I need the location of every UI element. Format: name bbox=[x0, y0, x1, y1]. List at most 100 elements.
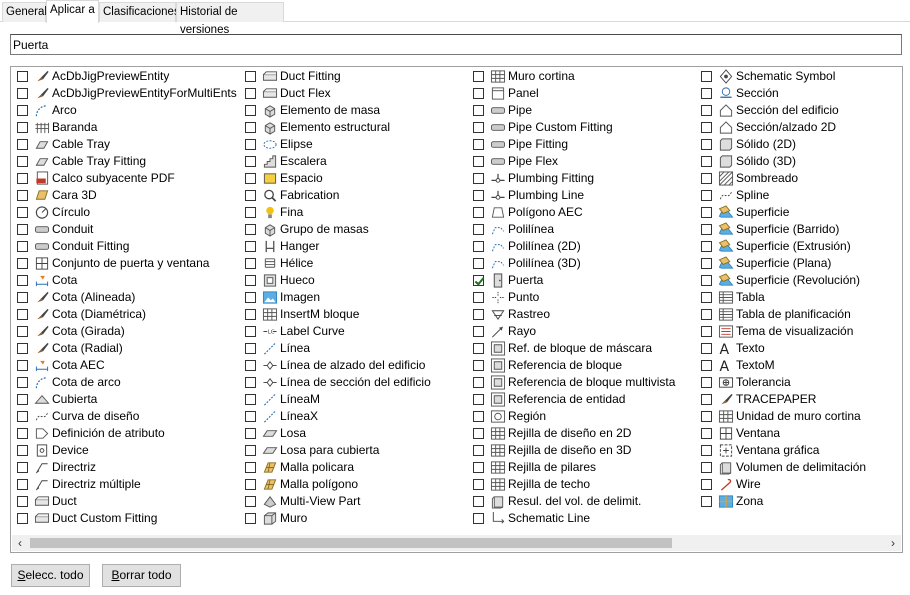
list-item[interactable]: Polilínea bbox=[468, 221, 694, 238]
list-item[interactable]: LíneaX bbox=[240, 408, 466, 425]
list-item[interactable]: Sólido (2D) bbox=[696, 136, 910, 153]
list-item[interactable]: Sección bbox=[696, 85, 910, 102]
checkbox[interactable] bbox=[245, 258, 256, 269]
list-item[interactable]: Superficie (Plana) bbox=[696, 255, 910, 272]
list-item[interactable]: Puerta bbox=[468, 272, 694, 289]
list-item[interactable]: Conduit Fitting bbox=[12, 238, 238, 255]
scroll-right-arrow-icon[interactable]: › bbox=[885, 535, 901, 551]
checkbox[interactable] bbox=[245, 360, 256, 371]
list-item[interactable]: Fabrication bbox=[240, 187, 466, 204]
checkbox[interactable] bbox=[473, 479, 484, 490]
list-item[interactable]: AcDbJigPreviewEntity bbox=[12, 68, 238, 85]
checkbox[interactable] bbox=[245, 326, 256, 337]
list-item[interactable]: Tabla de planificación bbox=[696, 306, 910, 323]
checkbox[interactable] bbox=[701, 445, 712, 456]
list-item[interactable]: Cota (Radial) bbox=[12, 340, 238, 357]
list-item[interactable]: Spline bbox=[696, 187, 910, 204]
checkbox[interactable] bbox=[245, 394, 256, 405]
checkbox[interactable] bbox=[701, 207, 712, 218]
list-item[interactable]: Círculo bbox=[12, 204, 238, 221]
list-item[interactable]: Cable Tray bbox=[12, 136, 238, 153]
list-item[interactable]: Rejilla de diseño en 2D bbox=[468, 425, 694, 442]
list-item[interactable]: LC Label Curve bbox=[240, 323, 466, 340]
checkbox[interactable] bbox=[701, 156, 712, 167]
checkbox[interactable] bbox=[245, 105, 256, 116]
checkbox[interactable] bbox=[17, 326, 28, 337]
list-item[interactable]: Sección/alzado 2D bbox=[696, 119, 910, 136]
list-item[interactable]: Rejilla de diseño en 3D bbox=[468, 442, 694, 459]
checkbox[interactable] bbox=[245, 411, 256, 422]
select-all-button[interactable]: Selecc. todo bbox=[11, 564, 90, 587]
list-item[interactable]: Duct Custom Fitting bbox=[12, 510, 238, 527]
checkbox[interactable] bbox=[17, 445, 28, 456]
checkbox[interactable] bbox=[17, 71, 28, 82]
list-item[interactable]: Rayo bbox=[468, 323, 694, 340]
tab-general[interactable]: General bbox=[2, 2, 47, 22]
list-item[interactable]: Directriz bbox=[12, 459, 238, 476]
list-item[interactable]: Elemento estructural bbox=[240, 119, 466, 136]
checkbox[interactable] bbox=[245, 428, 256, 439]
checkbox[interactable] bbox=[17, 190, 28, 201]
checkbox[interactable] bbox=[473, 207, 484, 218]
checkbox[interactable] bbox=[17, 411, 28, 422]
checkbox[interactable] bbox=[473, 190, 484, 201]
list-item[interactable]: Superficie (Barrido) bbox=[696, 221, 910, 238]
checkbox[interactable] bbox=[473, 292, 484, 303]
list-item[interactable]: Cota AEC bbox=[12, 357, 238, 374]
checkbox[interactable] bbox=[17, 156, 28, 167]
checkbox[interactable] bbox=[701, 394, 712, 405]
scrollbar-thumb[interactable] bbox=[30, 538, 672, 548]
checkbox[interactable] bbox=[245, 241, 256, 252]
list-item[interactable]: Sección del edificio bbox=[696, 102, 910, 119]
list-item[interactable]: Malla policara bbox=[240, 459, 466, 476]
list-item[interactable]: Cara 3D bbox=[12, 187, 238, 204]
checkbox[interactable] bbox=[701, 258, 712, 269]
list-item[interactable]: Multi-View Part bbox=[240, 493, 466, 510]
checkbox[interactable] bbox=[473, 241, 484, 252]
checkbox[interactable] bbox=[245, 224, 256, 235]
list-item[interactable]: Wire bbox=[696, 476, 910, 493]
checkbox[interactable] bbox=[701, 292, 712, 303]
list-item[interactable]: Polilínea (3D) bbox=[468, 255, 694, 272]
list-item[interactable]: Cota (Diamétrica) bbox=[12, 306, 238, 323]
checkbox[interactable] bbox=[473, 71, 484, 82]
list-item[interactable]: Hanger bbox=[240, 238, 466, 255]
list-item[interactable]: Pipe Custom Fitting bbox=[468, 119, 694, 136]
list-item[interactable]: Resul. del vol. de delimit. bbox=[468, 493, 694, 510]
list-item[interactable]: Directriz múltiple bbox=[12, 476, 238, 493]
checkbox[interactable] bbox=[17, 105, 28, 116]
checkbox[interactable] bbox=[701, 462, 712, 473]
checkbox[interactable] bbox=[473, 428, 484, 439]
checkbox[interactable] bbox=[473, 173, 484, 184]
tab-clasificaciones[interactable]: Clasificaciones bbox=[99, 2, 180, 22]
checkbox[interactable] bbox=[245, 479, 256, 490]
checkbox[interactable] bbox=[701, 411, 712, 422]
checkbox[interactable] bbox=[245, 190, 256, 201]
checkbox[interactable] bbox=[17, 496, 28, 507]
tab-historial-de-versiones[interactable]: Historial de versiones bbox=[176, 2, 284, 36]
checkbox[interactable] bbox=[17, 173, 28, 184]
checkbox[interactable] bbox=[701, 326, 712, 337]
checkbox[interactable] bbox=[701, 122, 712, 133]
list-item[interactable]: InsertM bloque bbox=[240, 306, 466, 323]
checkbox[interactable] bbox=[473, 462, 484, 473]
list-item[interactable]: Referencia de bloque multivista bbox=[468, 374, 694, 391]
list-item[interactable]: AcDbJigPreviewEntityForMultiEnts bbox=[12, 85, 238, 102]
list-item[interactable]: Ventana gráfica bbox=[696, 442, 910, 459]
checkbox[interactable] bbox=[701, 241, 712, 252]
checkbox[interactable] bbox=[701, 173, 712, 184]
list-item[interactable]: Baranda bbox=[12, 119, 238, 136]
list-item[interactable]: Schematic Line bbox=[468, 510, 694, 527]
checkbox[interactable] bbox=[701, 88, 712, 99]
checkbox[interactable] bbox=[245, 139, 256, 150]
search-input[interactable] bbox=[10, 34, 902, 55]
checkbox[interactable] bbox=[17, 292, 28, 303]
list-item[interactable]: Panel bbox=[468, 85, 694, 102]
checkbox[interactable] bbox=[17, 122, 28, 133]
list-item[interactable]: Región bbox=[468, 408, 694, 425]
checkbox[interactable] bbox=[17, 309, 28, 320]
checkbox[interactable] bbox=[701, 343, 712, 354]
checkbox[interactable] bbox=[701, 105, 712, 116]
list-item[interactable]: Muro cortina bbox=[468, 68, 694, 85]
list-item[interactable]: Calco subyacente PDF bbox=[12, 170, 238, 187]
